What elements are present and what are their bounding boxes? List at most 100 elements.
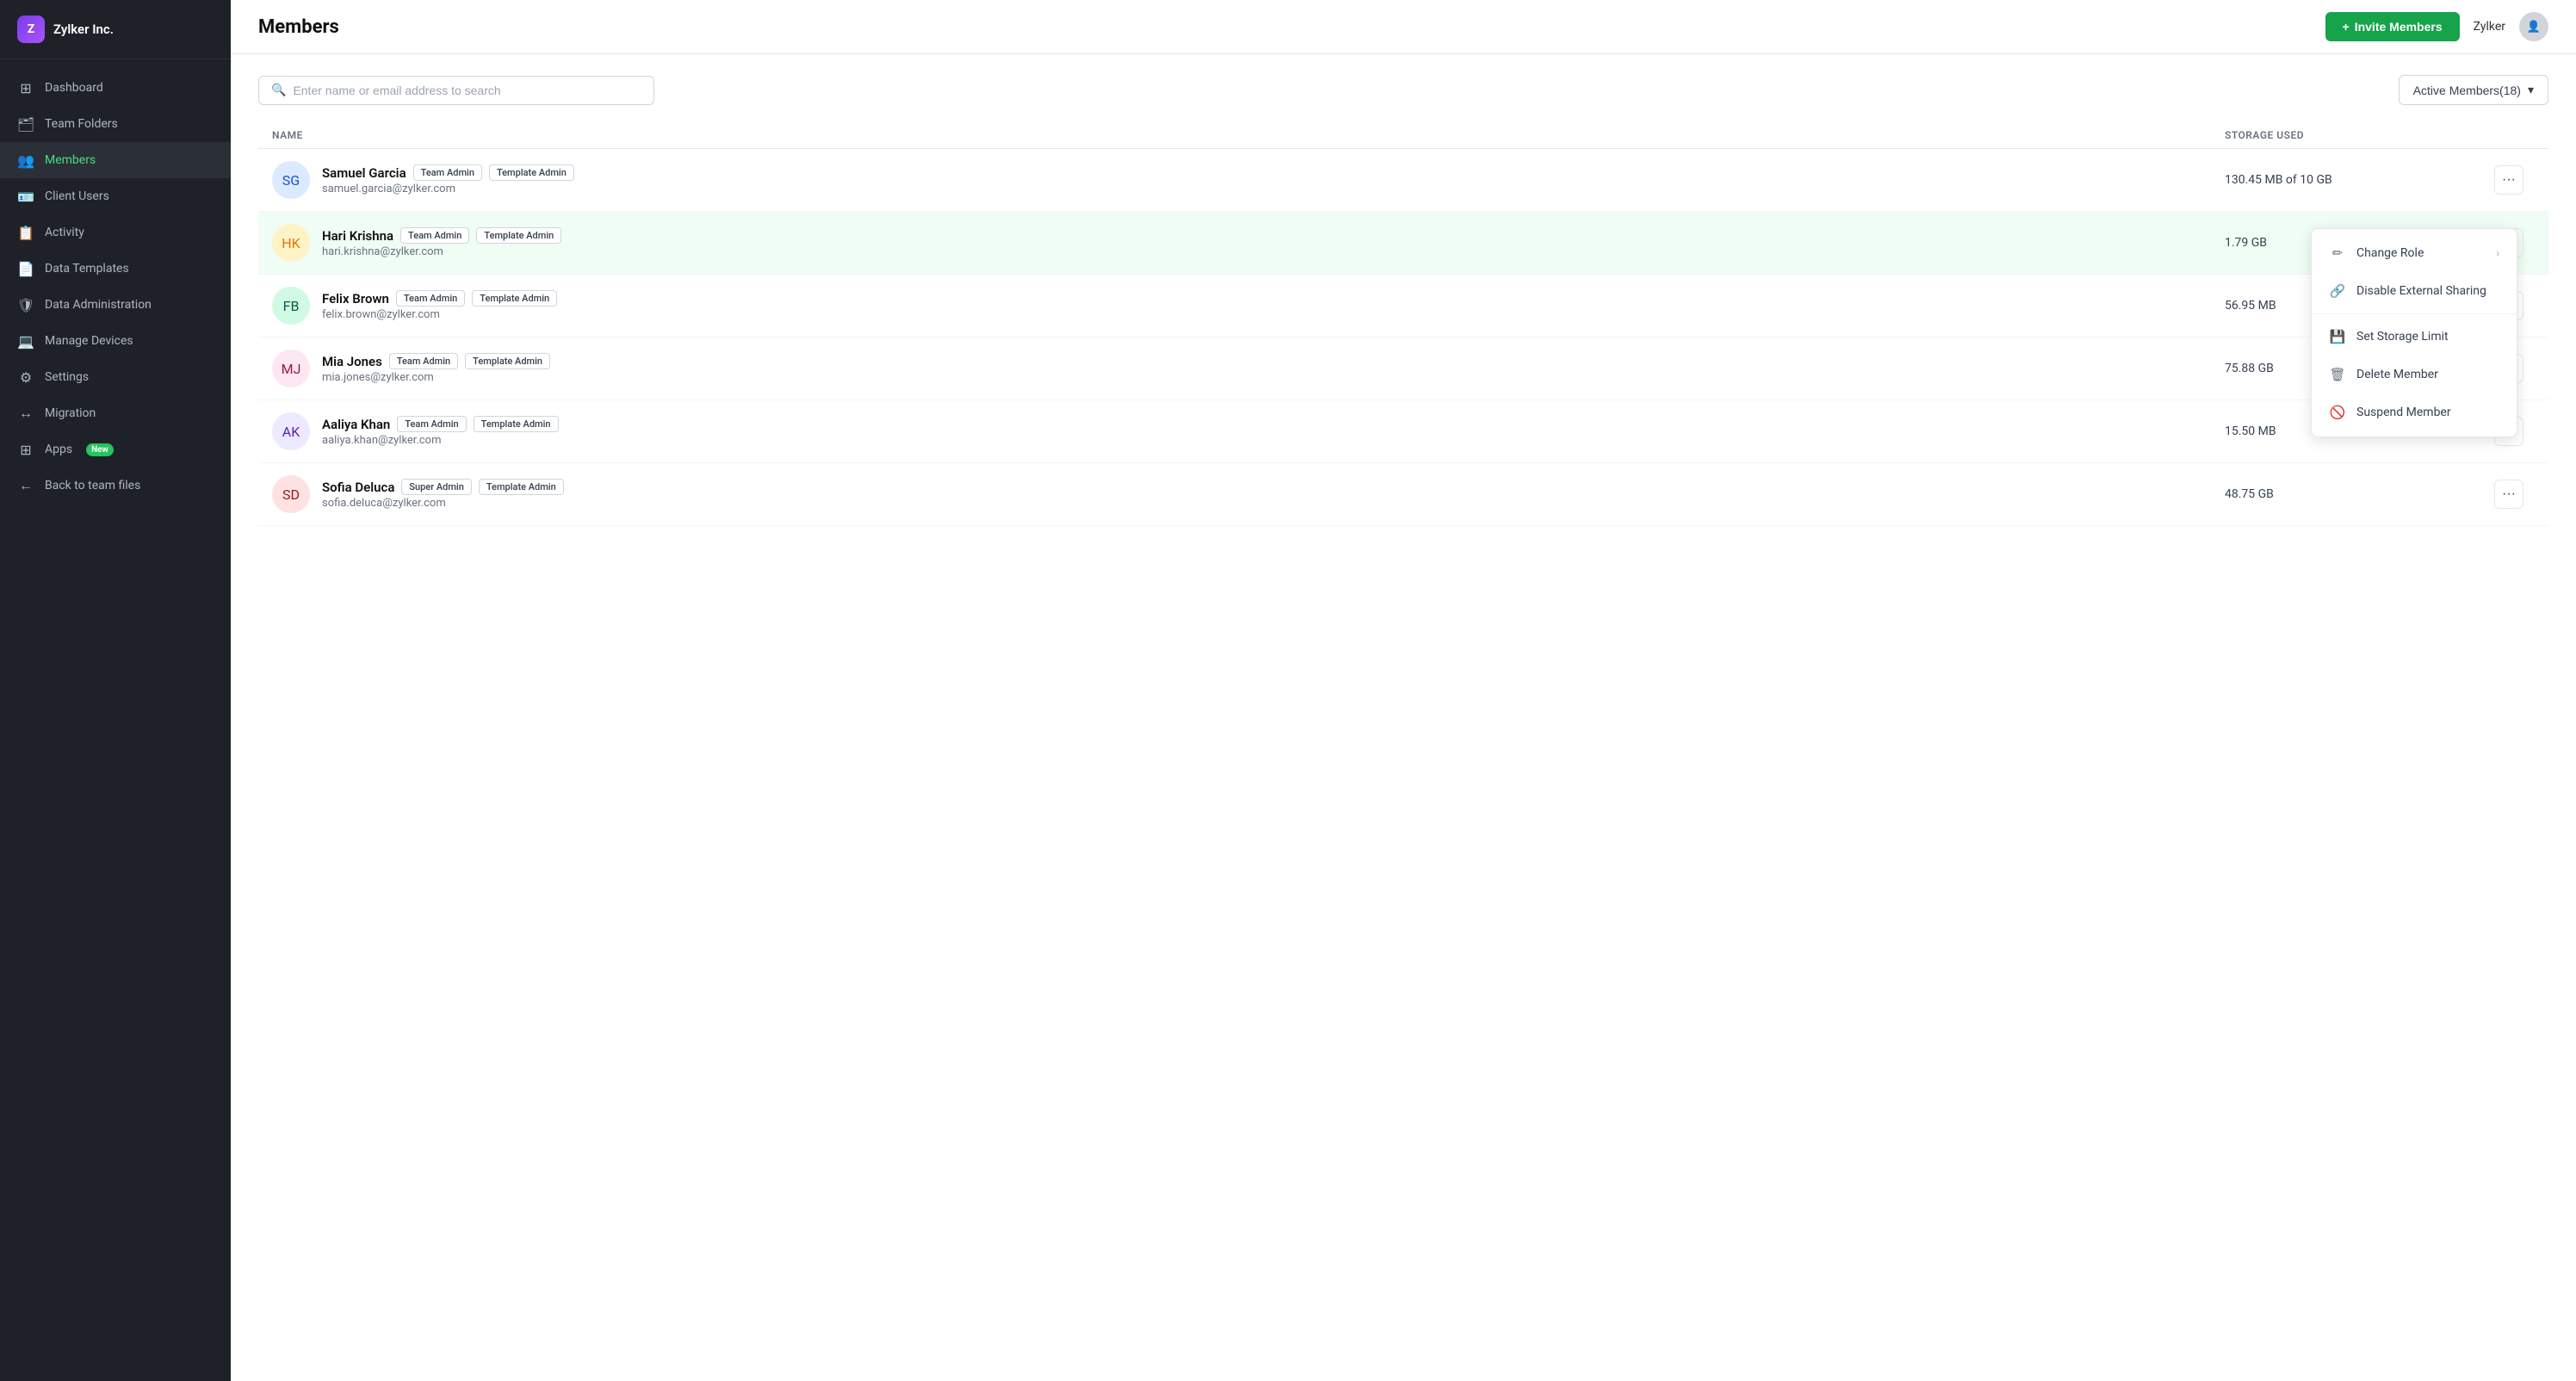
member-avatar: FB bbox=[272, 287, 310, 325]
header-right: + Invite Members Zylker 👤 bbox=[2325, 12, 2548, 41]
role-badge: Super Admin bbox=[401, 479, 471, 495]
member-info: MJ Mia Jones Team AdminTemplate Admin mi… bbox=[272, 350, 2225, 387]
menu-item-disable-external-sharing[interactable]: 🔗 Disable External Sharing bbox=[2312, 272, 2517, 310]
member-name-row: Aaliya Khan Team Admin Template Admin bbox=[322, 416, 559, 432]
member-avatar: MJ bbox=[272, 350, 310, 387]
role-badge: Template Admin bbox=[479, 479, 564, 495]
sidebar-item-members[interactable]: 👥 Members bbox=[0, 142, 231, 178]
menu-item-suspend-member[interactable]: 🚫 Suspend Member bbox=[2312, 393, 2517, 431]
members-icon: 👥 bbox=[17, 152, 34, 169]
role-badge: Team Admin bbox=[413, 164, 482, 181]
member-details: Samuel Garcia Team AdminTemplate Admin s… bbox=[322, 164, 574, 195]
storage-used: 48.75 GB bbox=[2225, 487, 2483, 501]
delete-member-icon: 🗑 bbox=[2329, 366, 2346, 383]
member-details: Aaliya Khan Team Admin Template Admin aal… bbox=[322, 416, 559, 447]
filter-button[interactable]: Active Members(18) ▾ bbox=[2399, 75, 2548, 105]
data-administration-icon: 🛡 bbox=[17, 296, 34, 313]
sidebar-item-label: Client Users bbox=[45, 189, 109, 203]
sidebar-item-activity[interactable]: 📋 Activity bbox=[0, 214, 231, 251]
more-options-button[interactable]: ··· bbox=[2494, 480, 2523, 509]
team-folders-icon: 🗂 bbox=[17, 115, 34, 133]
sidebar-item-label: Data Templates bbox=[45, 262, 129, 276]
sidebar-item-migration[interactable]: ↔ Migration bbox=[0, 395, 231, 431]
sidebar-item-label: Team Folders bbox=[45, 117, 118, 131]
member-info: AK Aaliya Khan Team AdminTemplate Admin … bbox=[272, 412, 2225, 450]
member-email: samuel.garcia@zylker.com bbox=[322, 183, 574, 195]
member-details: Mia Jones Team AdminTemplate Admin mia.j… bbox=[322, 353, 550, 384]
more-options-button[interactable]: ··· bbox=[2494, 165, 2523, 195]
role-badge: Team Admin bbox=[396, 290, 465, 307]
menu-item-change-role[interactable]: ✏ Change Role › bbox=[2312, 234, 2517, 272]
member-name: Samuel Garcia bbox=[322, 165, 406, 181]
menu-item-label: Disable External Sharing bbox=[2356, 284, 2486, 298]
menu-item-label: Change Role bbox=[2356, 246, 2424, 260]
chevron-down-icon: ▾ bbox=[2528, 83, 2534, 97]
search-box: 🔍 bbox=[258, 76, 654, 105]
menu-divider bbox=[2312, 313, 2517, 314]
activity-icon: 📋 bbox=[17, 224, 34, 241]
member-avatar: SG bbox=[272, 161, 310, 199]
member-name-row: Mia Jones Team AdminTemplate Admin bbox=[322, 353, 550, 369]
table-row: FB Felix Brown Team AdminTemplate Admin … bbox=[258, 275, 2548, 338]
sidebar-item-manage-devices[interactable]: 💻 Manage Devices bbox=[0, 323, 231, 359]
sidebar-item-data-templates[interactable]: 📄 Data Templates bbox=[0, 251, 231, 287]
context-menu: ✏ Change Role › 🔗 Disable External Shari… bbox=[2311, 228, 2517, 437]
member-name-row: Samuel Garcia Team AdminTemplate Admin bbox=[322, 164, 574, 181]
member-name-row: Felix Brown Team Admin Template Admin bbox=[322, 290, 557, 307]
role-badge: Template Admin bbox=[476, 227, 561, 244]
member-info: SD Sofia Deluca Super AdminTemplate Admi… bbox=[272, 475, 2225, 513]
sidebar-nav: ⊞ Dashboard 🗂 Team Folders 👥 Members 🪪 C… bbox=[0, 59, 231, 1381]
app-logo: Z bbox=[17, 15, 45, 43]
sidebar-item-settings[interactable]: ⚙ Settings bbox=[0, 359, 231, 395]
sidebar-item-apps[interactable]: ⊞ Apps New bbox=[0, 431, 231, 468]
sidebar-item-data-administration[interactable]: 🛡 Data Administration bbox=[0, 287, 231, 323]
member-email: aaliya.khan@zylker.com bbox=[322, 434, 559, 447]
role-badge: Template Admin bbox=[474, 416, 559, 432]
plus-icon: + bbox=[2343, 20, 2350, 34]
member-name: Aaliya Khan bbox=[322, 417, 390, 432]
invite-members-button[interactable]: + Invite Members bbox=[2325, 12, 2460, 41]
company-name: Zylker Inc. bbox=[53, 22, 114, 37]
table-header: NAME STORAGE USED bbox=[258, 122, 2548, 149]
main-content: Members + Invite Members Zylker 👤 🔍 Acti… bbox=[231, 0, 2576, 1381]
sidebar-item-client-users[interactable]: 🪪 Client Users bbox=[0, 178, 231, 214]
table-row: MJ Mia Jones Team AdminTemplate Admin mi… bbox=[258, 338, 2548, 400]
role-badge: Team Admin bbox=[389, 353, 458, 369]
menu-item-set-storage-limit[interactable]: 💾 Set Storage Limit bbox=[2312, 318, 2517, 356]
search-input[interactable] bbox=[293, 84, 641, 97]
role-badge: Team Admin bbox=[397, 416, 466, 432]
search-icon: 🔍 bbox=[271, 84, 286, 97]
sidebar-item-dashboard[interactable]: ⊞ Dashboard bbox=[0, 70, 231, 106]
sidebar-item-back-to-team[interactable]: ← Back to team files bbox=[0, 468, 231, 504]
migration-icon: ↔ bbox=[17, 405, 34, 422]
member-name: Hari Krishna bbox=[322, 228, 393, 244]
member-details: Sofia Deluca Super AdminTemplate Admin s… bbox=[322, 479, 564, 510]
member-email: hari.krishna@zylker.com bbox=[322, 245, 561, 258]
menu-item-delete-member[interactable]: 🗑 Delete Member bbox=[2312, 356, 2517, 393]
content-area: 🔍 Active Members(18) ▾ NAME STORAGE USED… bbox=[231, 54, 2576, 1381]
table-row: SD Sofia Deluca Super AdminTemplate Admi… bbox=[258, 463, 2548, 526]
role-badge: Team Admin bbox=[400, 227, 469, 244]
change-role-icon: ✏ bbox=[2329, 245, 2346, 262]
page-header: Members + Invite Members Zylker 👤 bbox=[231, 0, 2576, 54]
col-storage: STORAGE USED bbox=[2225, 129, 2483, 141]
manage-devices-icon: 💻 bbox=[17, 332, 34, 350]
settings-icon: ⚙ bbox=[17, 368, 34, 386]
toolbar: 🔍 Active Members(18) ▾ bbox=[258, 75, 2548, 105]
sidebar-item-label: Back to team files bbox=[45, 479, 140, 492]
sidebar-item-label: Manage Devices bbox=[45, 334, 133, 348]
role-badge: Template Admin bbox=[472, 290, 557, 307]
avatar[interactable]: 👤 bbox=[2519, 12, 2548, 41]
sidebar-header: Z Zylker Inc. bbox=[0, 0, 231, 59]
table-row: AK Aaliya Khan Team AdminTemplate Admin … bbox=[258, 400, 2548, 463]
member-details: Hari Krishna Team Admin Template Admin ha… bbox=[322, 227, 561, 258]
sidebar-item-team-folders[interactable]: 🗂 Team Folders bbox=[0, 106, 231, 142]
sidebar-item-label: Dashboard bbox=[45, 81, 103, 95]
member-name: Mia Jones bbox=[322, 354, 382, 369]
member-email: sofia.deluca@zylker.com bbox=[322, 497, 564, 510]
member-info: SG Samuel Garcia Team AdminTemplate Admi… bbox=[272, 161, 2225, 199]
member-details: Felix Brown Team AdminTemplate Admin fel… bbox=[322, 290, 557, 321]
chevron-right-icon: › bbox=[2496, 247, 2499, 259]
new-badge: New bbox=[86, 443, 114, 456]
member-name: Felix Brown bbox=[322, 291, 389, 307]
